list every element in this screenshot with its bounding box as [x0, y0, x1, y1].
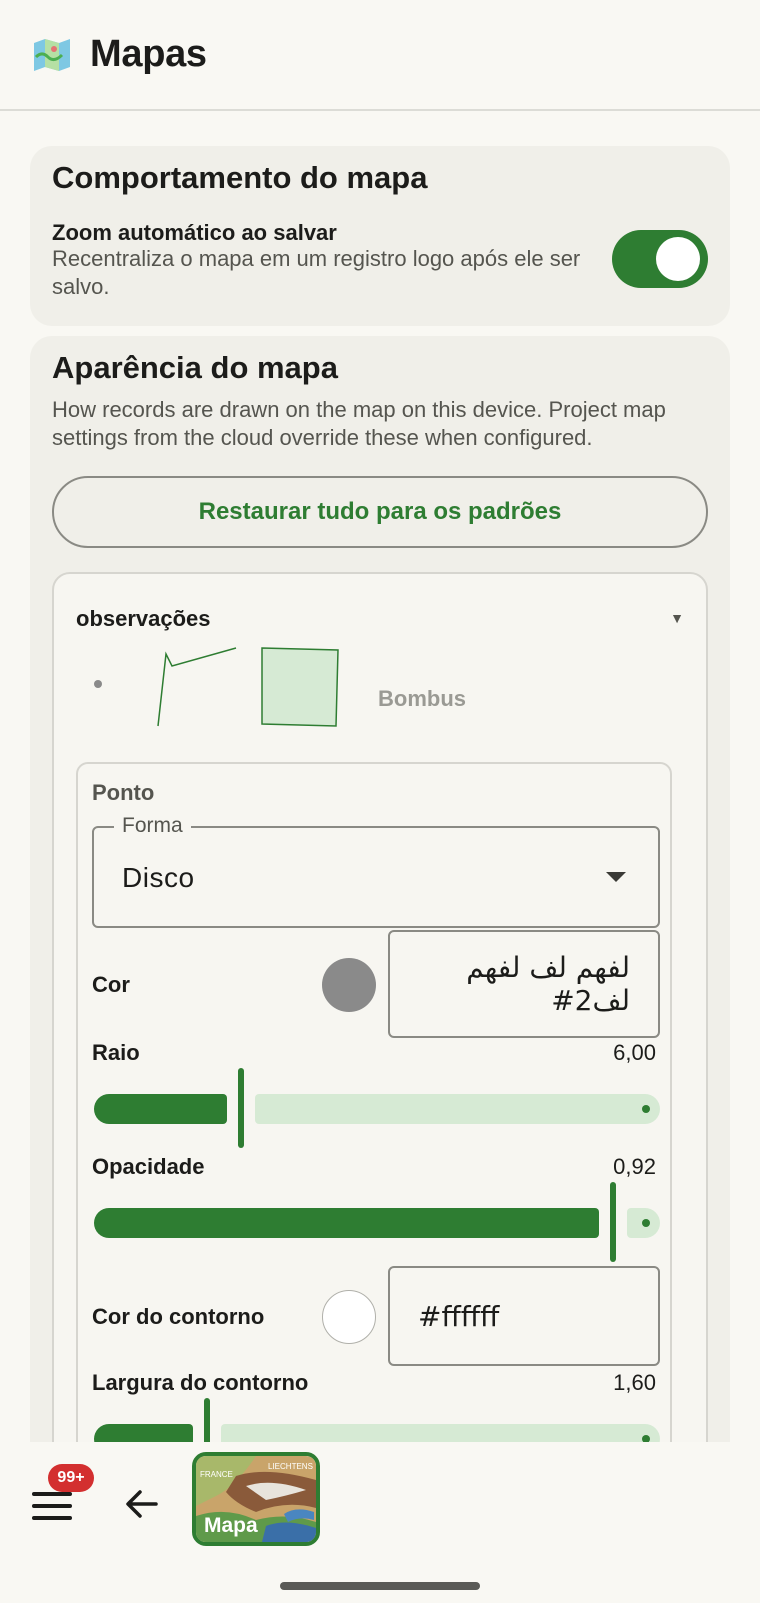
stroke-color-hex-field[interactable]: #ffffff [388, 1266, 660, 1366]
auto-zoom-description: Recentraliza o mapa em um registro logo … [52, 246, 581, 299]
color-hex-field[interactable]: لفهم لف لفهم لف2# [388, 930, 660, 1038]
notification-badge: 99+ [48, 1464, 94, 1492]
stroke-width-label: Largura do contorno [92, 1370, 309, 1395]
radius-value: 6,00 [613, 1040, 656, 1065]
point-section-title: Ponto [92, 780, 155, 805]
point-preview [94, 680, 102, 688]
collapse-caret-icon[interactable]: ▼ [670, 610, 684, 626]
menu-button[interactable] [30, 1486, 74, 1526]
opacity-label: Opacidade [92, 1154, 205, 1179]
point-style-panel: Ponto Forma Disco Cor لفهم لف لفهم لف2# … [76, 762, 672, 1502]
color-label: Cor [92, 972, 130, 997]
slider-active-track [94, 1208, 599, 1238]
slider-thumb[interactable] [609, 1182, 616, 1262]
dropdown-arrow-icon [606, 872, 626, 882]
stroke-color-label: Cor do contorno [92, 1304, 265, 1329]
stroke-color-swatch[interactable] [322, 1290, 376, 1344]
shape-value: Disco [122, 862, 195, 893]
shape-select[interactable]: Forma Disco [92, 814, 660, 928]
toggle-knob [656, 237, 700, 281]
auto-zoom-title: Zoom automático ao salvar [52, 220, 337, 245]
map-icon [34, 38, 70, 71]
map-behavior-title: Comportamento do mapa [52, 160, 428, 195]
map-button[interactable]: FRANCE LIECHTENS Mapa [192, 1452, 320, 1546]
preview-label: Bombus [378, 686, 466, 711]
polygon-preview [261, 647, 339, 727]
radius-slider[interactable] [92, 1068, 660, 1148]
map-button-label: Mapa [204, 1514, 258, 1537]
slider-active-track [94, 1094, 227, 1124]
home-indicator[interactable] [280, 1582, 480, 1590]
slider-stop-indicator [642, 1219, 650, 1227]
layer-name: observações [76, 606, 211, 631]
radius-label: Raio [92, 1040, 140, 1065]
auto-zoom-toggle[interactable] [612, 230, 708, 288]
back-arrow-icon[interactable] [122, 1484, 162, 1524]
map-country-label: LIECHTENS [268, 1462, 313, 1471]
slider-thumb[interactable] [237, 1068, 244, 1148]
page-title: Mapas [90, 33, 207, 75]
opacity-slider[interactable] [92, 1182, 660, 1262]
app-bar: Mapas [0, 0, 760, 111]
bottom-bar: 99+ FRANCE LIECHTENS Mapa [0, 1442, 760, 1603]
map-appearance-title: Aparência do mapa [52, 350, 338, 385]
color-swatch[interactable] [322, 958, 376, 1012]
opacity-value: 0,92 [613, 1154, 656, 1179]
slider-inactive-track [254, 1094, 660, 1124]
style-preview [94, 647, 339, 727]
stroke-width-value: 1,60 [613, 1370, 656, 1395]
map-appearance-description: How records are drawn on the map on this… [52, 397, 666, 450]
shape-label: Forma [114, 814, 191, 838]
line-preview [157, 647, 237, 727]
slider-stop-indicator [642, 1105, 650, 1113]
map-appearance-card: Aparência do mapa How records are drawn … [30, 336, 730, 1502]
restore-defaults-button[interactable]: Restaurar tudo para os padrões [52, 476, 708, 548]
map-behavior-card: Comportamento do mapa Zoom automático ao… [30, 146, 730, 326]
layer-panel: observações ▼ Bombus Ponto Forma Disco C… [52, 572, 708, 1502]
map-country-label: FRANCE [200, 1470, 233, 1479]
